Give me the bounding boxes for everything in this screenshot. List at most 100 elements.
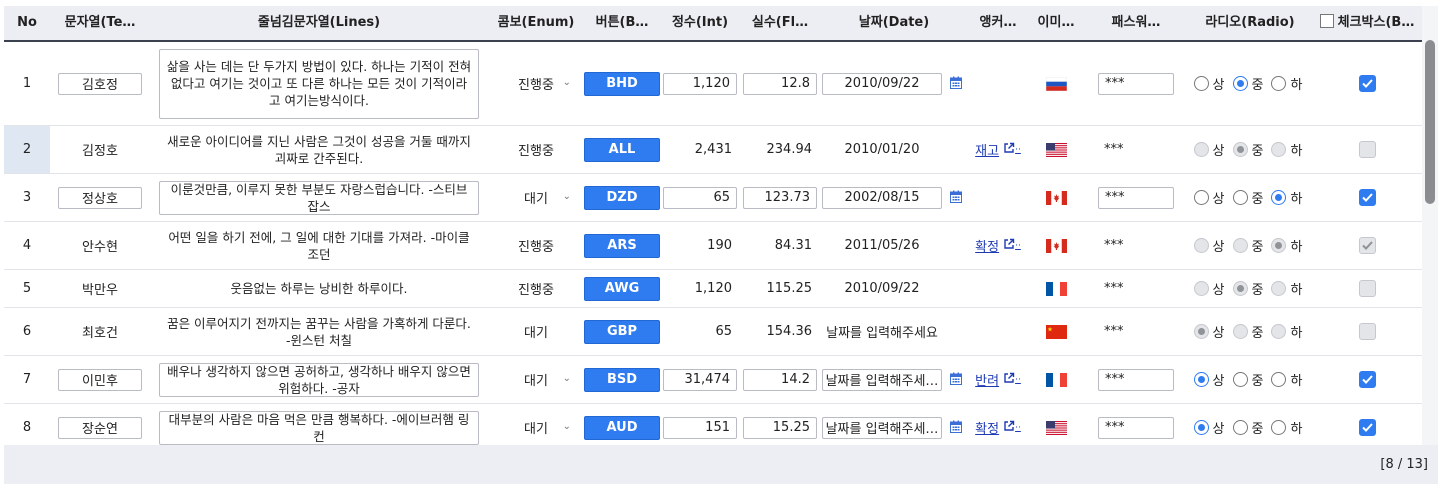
int-cell[interactable]: 1,120 bbox=[660, 42, 740, 125]
int-cell[interactable]: 2,431 bbox=[660, 126, 740, 173]
lines-textarea[interactable]: 배우나 생각하지 않으면 공허하고, 생각하나 배우지 않으면 위험하다. -공… bbox=[159, 362, 479, 397]
table-row[interactable]: 4 안수현 어떤 일을 하기 전에, 그 일에 대한 기대를 가져라. -마이클 조… bbox=[4, 222, 1422, 270]
lines-cell[interactable]: 이룬것만큼, 이루지 못한 부분도 자랑스럽습니다. -스티브 잡스 bbox=[150, 174, 488, 221]
checkbox-cell[interactable] bbox=[1312, 356, 1422, 403]
radio-option[interactable] bbox=[1232, 238, 1248, 253]
int-cell[interactable]: 151 bbox=[660, 404, 740, 445]
table-row[interactable]: 5 박만우 웃음없는 하루는 낭비한 하루이다. 진행중 AWG 1,120 115.25 2… bbox=[4, 270, 1422, 308]
checkbox-cell[interactable] bbox=[1312, 126, 1422, 173]
date-cell[interactable]: 날짜를 입력해주세… bbox=[820, 404, 968, 445]
password-cell[interactable]: *** bbox=[1084, 222, 1188, 269]
checkbox-cell[interactable] bbox=[1312, 308, 1422, 355]
radio-option[interactable] bbox=[1232, 76, 1248, 91]
currency-button[interactable]: ALL bbox=[584, 137, 660, 162]
text-cell[interactable]: 안수현 bbox=[50, 222, 150, 269]
combo-cell[interactable]: 진행중 bbox=[488, 270, 584, 307]
row-number[interactable]: 4 bbox=[4, 222, 50, 269]
radio-option[interactable] bbox=[1232, 420, 1248, 435]
header-button[interactable]: 버튼(B… bbox=[584, 6, 660, 40]
chevron-down-icon[interactable]: ⌄ bbox=[563, 191, 571, 202]
text-cell[interactable]: 박만우 bbox=[50, 270, 150, 307]
text-cell[interactable]: 최호건 bbox=[50, 308, 150, 355]
text-input[interactable]: 장순연 bbox=[58, 416, 142, 439]
radio-option[interactable] bbox=[1271, 281, 1287, 296]
table-row[interactable]: 2 김정호 새로운 아이디어를 지닌 사람은 그것이 성공을 거둘 때까지 괴짜로 … bbox=[4, 126, 1422, 174]
radio-cell[interactable]: 상중하 bbox=[1188, 308, 1312, 355]
button-cell[interactable]: BHD bbox=[584, 42, 660, 125]
password-cell[interactable]: *** bbox=[1084, 404, 1188, 445]
combo-cell[interactable]: 대기 bbox=[488, 308, 584, 355]
combo-cell[interactable]: 진행중 bbox=[488, 126, 584, 173]
date-cell[interactable]: 날짜를 입력해주세… bbox=[820, 356, 968, 403]
row-number[interactable]: 1 bbox=[4, 42, 50, 125]
password-input[interactable]: *** bbox=[1098, 416, 1174, 439]
radio-option[interactable] bbox=[1232, 281, 1248, 296]
text-input[interactable]: 정상호 bbox=[58, 186, 142, 209]
currency-button[interactable]: AUD bbox=[584, 415, 660, 440]
lines-cell[interactable]: 새로운 아이디어를 지닌 사람은 그것이 성공을 거둘 때까지 괴짜로 간주된다… bbox=[150, 126, 488, 173]
password-input[interactable]: *** bbox=[1098, 368, 1174, 391]
radio-cell[interactable]: 상중하 bbox=[1188, 222, 1312, 269]
scrollbar-thumb[interactable] bbox=[1425, 40, 1435, 204]
status-combo[interactable]: 대기 ⌄ bbox=[499, 186, 573, 210]
header-no[interactable]: No bbox=[4, 6, 50, 40]
radio-option[interactable] bbox=[1232, 190, 1248, 205]
radio-option[interactable] bbox=[1193, 281, 1209, 296]
radio-group[interactable]: 상중하 bbox=[1193, 236, 1307, 255]
calendar-icon[interactable] bbox=[950, 76, 962, 90]
float-input[interactable]: 15.25 bbox=[743, 416, 817, 439]
radio-cell[interactable]: 상중하 bbox=[1188, 126, 1312, 173]
date-cell[interactable]: 2002/08/15 bbox=[820, 174, 968, 221]
button-cell[interactable]: AUD bbox=[584, 404, 660, 445]
anchor-link[interactable]: 확정 ·· bbox=[975, 418, 1021, 437]
radio-group[interactable]: 상중하 bbox=[1193, 279, 1307, 298]
row-checkbox[interactable] bbox=[1358, 141, 1376, 158]
password-cell[interactable]: *** bbox=[1084, 126, 1188, 173]
button-cell[interactable]: BSD bbox=[584, 356, 660, 403]
anchor-link[interactable]: 재고 ·· bbox=[975, 140, 1021, 159]
select-all-checkbox[interactable] bbox=[1319, 14, 1334, 28]
password-input[interactable]: *** bbox=[1098, 186, 1174, 209]
radio-option[interactable] bbox=[1193, 420, 1209, 435]
radio-group[interactable]: 상중하 bbox=[1193, 140, 1307, 159]
radio-option[interactable] bbox=[1271, 420, 1287, 435]
lines-cell[interactable]: 삶을 사는 데는 단 두가지 방법이 있다. 하나는 기적이 전혀 없다고 여기… bbox=[150, 42, 488, 125]
checkbox-cell[interactable] bbox=[1312, 270, 1422, 307]
password-cell[interactable]: *** bbox=[1084, 42, 1188, 125]
date-cell[interactable]: 2010/01/20 bbox=[820, 126, 968, 173]
vertical-scrollbar[interactable] bbox=[1422, 6, 1438, 445]
password-cell[interactable]: *** bbox=[1084, 270, 1188, 307]
radio-group[interactable]: 상중하 bbox=[1193, 322, 1307, 341]
radio-option[interactable] bbox=[1232, 324, 1248, 339]
row-number[interactable]: 3 bbox=[4, 174, 50, 221]
radio-cell[interactable]: 상중하 bbox=[1188, 356, 1312, 403]
chevron-down-icon[interactable]: ⌄ bbox=[563, 421, 571, 432]
int-cell[interactable]: 65 bbox=[660, 174, 740, 221]
text-cell[interactable]: 장순연 bbox=[50, 404, 150, 445]
lines-cell[interactable]: 꿈은 이루어지기 전까지는 꿈꾸는 사람을 가혹하게 다룬다. -윈스턴 처칠 bbox=[150, 308, 488, 355]
table-row[interactable]: 7 이민후 배우나 생각하지 않으면 공허하고, 생각하나 배우지 않으면 위험하다… bbox=[4, 356, 1422, 404]
lines-cell[interactable]: 배우나 생각하지 않으면 공허하고, 생각하나 배우지 않으면 위험하다. -공… bbox=[150, 356, 488, 403]
combo-cell[interactable]: 진행중 ⌄ bbox=[488, 42, 584, 125]
radio-option[interactable] bbox=[1271, 324, 1287, 339]
radio-option[interactable] bbox=[1193, 324, 1209, 339]
row-checkbox[interactable] bbox=[1358, 280, 1376, 297]
password-cell[interactable]: *** bbox=[1084, 174, 1188, 221]
anchor-link[interactable]: 확정 ·· bbox=[975, 236, 1021, 255]
row-number[interactable]: 2 bbox=[4, 126, 50, 173]
header-date[interactable]: 날짜(Date) bbox=[820, 6, 968, 40]
float-cell[interactable]: 154.36 bbox=[740, 308, 820, 355]
float-input[interactable]: 123.73 bbox=[743, 186, 817, 209]
radio-option[interactable] bbox=[1271, 372, 1287, 387]
header-text[interactable]: 문자열(Te… bbox=[50, 6, 150, 40]
radio-cell[interactable]: 상중하 bbox=[1188, 404, 1312, 445]
radio-option[interactable] bbox=[1232, 142, 1248, 157]
radio-option[interactable] bbox=[1193, 238, 1209, 253]
password-input[interactable]: *** bbox=[1098, 72, 1174, 95]
combo-cell[interactable]: 진행중 bbox=[488, 222, 584, 269]
date-input[interactable]: 날짜를 입력해주세… bbox=[822, 368, 942, 391]
status-combo[interactable]: 대기 ⌄ bbox=[499, 368, 573, 392]
date-cell[interactable]: 2010/09/22 bbox=[820, 42, 968, 125]
row-checkbox[interactable] bbox=[1358, 419, 1376, 436]
float-input[interactable]: 12.8 bbox=[743, 72, 817, 95]
